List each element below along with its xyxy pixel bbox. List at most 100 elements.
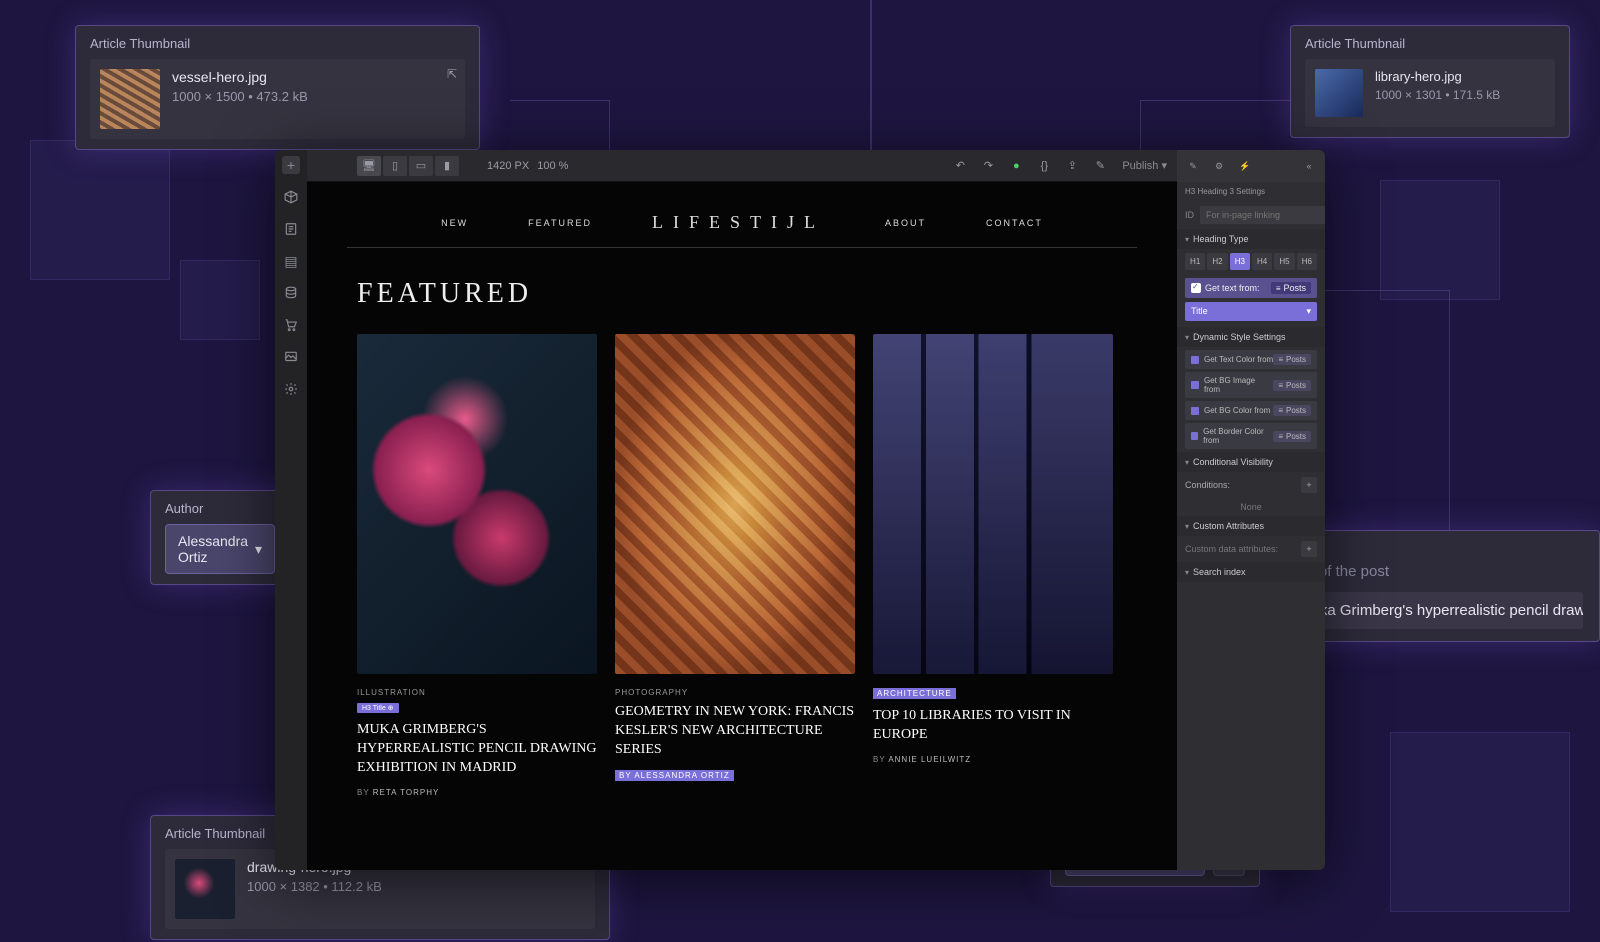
nav-about[interactable]: ABOUT xyxy=(885,218,926,228)
card-image xyxy=(357,334,597,674)
article-card[interactable]: PHOTOGRAPHY GEOMETRY IN NEW YORK: FRANCI… xyxy=(615,334,855,797)
device-mobile-icon[interactable]: ▮ xyxy=(435,156,459,176)
card-image xyxy=(873,334,1113,674)
undo-icon[interactable]: ↶ xyxy=(950,156,970,176)
site-navbar: NEW FEATURED LIFESTIJL ABOUT CONTACT xyxy=(347,182,1137,248)
section-dynamic-styles[interactable]: Dynamic Style Settings xyxy=(1177,327,1325,347)
card-image xyxy=(615,334,855,674)
section-heading-type[interactable]: Heading Type xyxy=(1177,229,1325,249)
thumbnail-filename: library-hero.jpg xyxy=(1375,69,1500,84)
status-ok-icon: ● xyxy=(1006,156,1026,176)
dynamic-style-row[interactable]: Get BG Image fromPosts xyxy=(1185,372,1317,398)
title-label: Title xyxy=(1287,543,1583,561)
id-input[interactable] xyxy=(1200,206,1325,224)
pages-icon[interactable] xyxy=(282,220,300,238)
card-category: ILLUSTRATION xyxy=(357,688,597,697)
gear-icon[interactable]: ⚙ xyxy=(1211,161,1227,172)
card-category: ARCHITECTURE xyxy=(873,688,956,699)
brush-icon[interactable]: ✎ xyxy=(1185,161,1201,172)
popup-label: Article Thumbnail xyxy=(90,36,465,51)
nav-contact[interactable]: CONTACT xyxy=(986,218,1043,228)
get-text-from-row[interactable]: Get text from: Posts xyxy=(1185,278,1317,298)
design-canvas[interactable]: NEW FEATURED LIFESTIJL ABOUT CONTACT FEA… xyxy=(307,182,1177,870)
section-custom-attributes[interactable]: Custom Attributes xyxy=(1177,516,1325,536)
code-icon[interactable]: {} xyxy=(1034,156,1054,176)
element-breadcrumb: H3 Heading 3 Settings xyxy=(1177,182,1325,201)
section-conditional-visibility[interactable]: Conditional Visibility xyxy=(1177,452,1325,472)
settings-icon[interactable] xyxy=(282,380,300,398)
title-sublabel: Title of the post xyxy=(1287,563,1583,580)
article-cards: ILLUSTRATION H3 Title ⊕ MUKA GRIMBERG'S … xyxy=(307,334,1177,797)
conditions-label: Conditions: xyxy=(1185,480,1230,490)
chevron-down-icon: ▾ xyxy=(1306,306,1311,317)
author-dropdown[interactable]: Alessandra Ortiz ▾ xyxy=(165,524,275,574)
card-byline: BY ALESSANDRA ORTIZ xyxy=(615,770,734,781)
export-icon[interactable]: ⇪ xyxy=(1062,156,1082,176)
conditions-none: None xyxy=(1177,498,1325,516)
checkbox-icon xyxy=(1191,283,1201,293)
editor-main: 🖥 ▯ ▭ ▮ 1420 PX 100 % ↶ ↷ ● {} ⇪ ✎ Publi… xyxy=(307,150,1177,870)
article-thumbnail-popup-2: Article Thumbnail library-hero.jpg 1000 … xyxy=(1290,25,1570,138)
cart-icon[interactable] xyxy=(282,316,300,334)
heading-level-h4[interactable]: H4 xyxy=(1252,253,1272,270)
heading-level-h1[interactable]: H1 xyxy=(1185,253,1205,270)
nav-new[interactable]: NEW xyxy=(441,218,468,228)
section-search-index[interactable]: Search index xyxy=(1177,562,1325,582)
thumbnail-filename: vessel-hero.jpg xyxy=(172,69,308,85)
database-icon[interactable] xyxy=(282,284,300,302)
card-byline: BY RETA TORPHY xyxy=(357,788,597,797)
article-card[interactable]: ARCHITECTURE TOP 10 LIBRARIES TO VISIT I… xyxy=(873,334,1113,797)
layers-icon[interactable]: ▤ xyxy=(282,252,300,270)
heading-level-h3[interactable]: H3 xyxy=(1230,253,1250,270)
add-condition-button[interactable]: + xyxy=(1301,477,1317,493)
device-tablet-icon[interactable]: ▯ xyxy=(383,156,407,176)
field-select[interactable]: Title ▾ xyxy=(1185,302,1317,321)
canvas-zoom: 100 % xyxy=(537,160,568,172)
canvas-width: 1420 PX xyxy=(487,160,529,172)
device-tablet-landscape-icon[interactable]: ▭ xyxy=(409,156,433,176)
audit-icon[interactable]: ✎ xyxy=(1090,156,1110,176)
dynamic-style-row[interactable]: Get BG Color fromPosts xyxy=(1185,401,1317,420)
card-title[interactable]: MUKA GRIMBERG'S HYPERREALISTIC PENCIL DR… xyxy=(357,721,597,778)
binding-indicator[interactable]: H3 Title ⊕ xyxy=(357,703,399,713)
custom-attrs-label: Custom data attributes: xyxy=(1185,544,1278,554)
card-title: GEOMETRY IN NEW YORK: FRANCIS KESLER'S N… xyxy=(615,703,855,760)
heading-level-h6[interactable]: H6 xyxy=(1297,253,1317,270)
dynamic-style-row[interactable]: Get Border Color fromPosts xyxy=(1185,423,1317,449)
article-thumbnail-popup-1: Article Thumbnail vessel-hero.jpg 1000 ×… xyxy=(75,25,480,150)
heading-level-h5[interactable]: H5 xyxy=(1274,253,1294,270)
heading-level-h2[interactable]: H2 xyxy=(1207,253,1227,270)
add-attribute-button[interactable]: + xyxy=(1301,541,1317,557)
thumbnail-image xyxy=(1315,69,1363,117)
left-toolbar: + ▤ xyxy=(275,150,307,870)
popup-label: Article Thumbnail xyxy=(1305,36,1555,51)
site-logo[interactable]: LIFESTIJL xyxy=(652,212,825,233)
add-element-icon[interactable]: + xyxy=(282,156,300,174)
nav-featured[interactable]: FEATURED xyxy=(528,218,592,228)
thumbnail-image xyxy=(175,859,235,919)
inspector-panel: ✎ ⚙ ⚡ « H3 Heading 3 Settings ID Heading… xyxy=(1177,150,1325,870)
source-posts[interactable]: Posts xyxy=(1271,282,1311,294)
interactions-icon[interactable]: ⚡ xyxy=(1237,161,1253,172)
heading-level-group: H1H2H3H4H5H6 xyxy=(1177,249,1325,274)
editor-window: + ▤ 🖥 ▯ ▭ ▮ 1420 PX xyxy=(275,150,1325,870)
thumbnail-image xyxy=(100,69,160,129)
cube-icon[interactable] xyxy=(282,188,300,206)
featured-heading[interactable]: FEATURED xyxy=(357,278,1177,310)
inspector-tabs: ✎ ⚙ ⚡ « xyxy=(1177,150,1325,182)
card-category: PHOTOGRAPHY xyxy=(615,688,855,697)
dynamic-style-row[interactable]: Get Text Color fromPosts xyxy=(1185,350,1317,369)
chevron-down-icon: ▾ xyxy=(255,541,262,558)
thumbnail-dimensions: 1000 × 1382 • 112.2 kB xyxy=(247,879,382,894)
collapse-icon[interactable]: « xyxy=(1301,161,1317,171)
thumbnail-dimensions: 1000 × 1500 • 473.2 kB xyxy=(172,89,308,104)
redo-icon[interactable]: ↷ xyxy=(978,156,998,176)
article-card[interactable]: ILLUSTRATION H3 Title ⊕ MUKA GRIMBERG'S … xyxy=(357,334,597,797)
title-value: Muka Grimberg's hyperrealistic pencil dr… xyxy=(1287,592,1583,629)
card-byline: BY ANNIE LUEILWITZ xyxy=(873,755,1113,764)
author-value: Alessandra Ortiz xyxy=(178,533,255,565)
publish-button[interactable]: Publish ▾ xyxy=(1122,159,1167,172)
assets-icon[interactable] xyxy=(282,348,300,366)
device-desktop-icon[interactable]: 🖥 xyxy=(357,156,381,176)
external-link-icon[interactable]: ⇱ xyxy=(447,67,457,81)
